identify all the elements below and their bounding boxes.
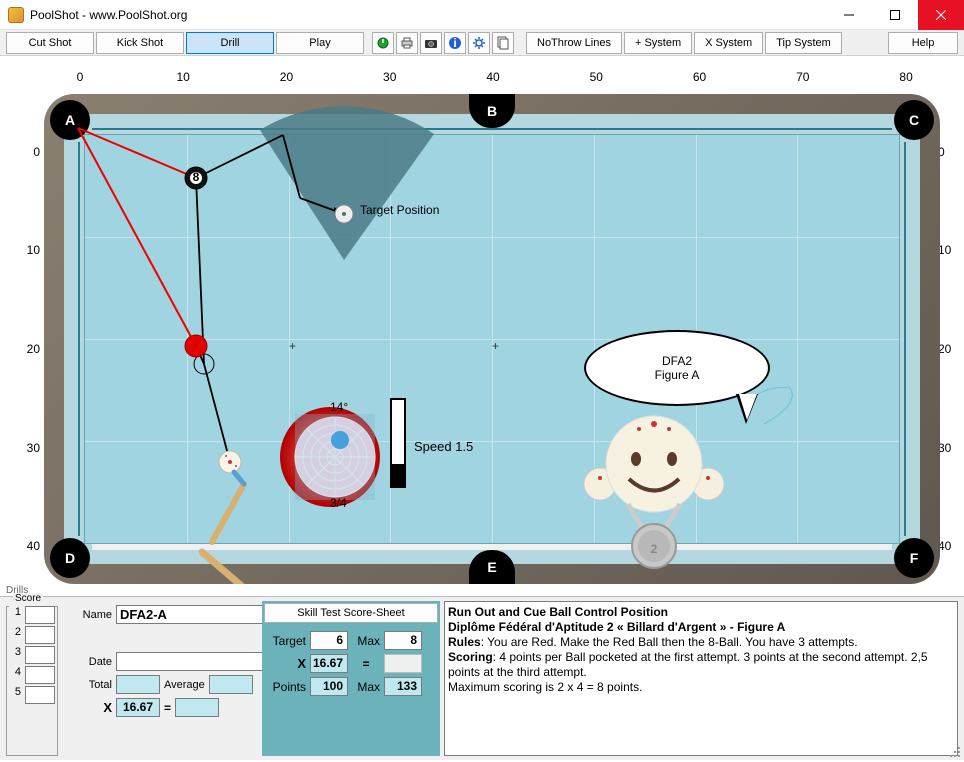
skill-x-label: X (266, 656, 306, 671)
maximize-button[interactable] (872, 0, 918, 30)
english-target-disc[interactable]: 14° 3/4 (280, 402, 390, 512)
skill-target-label: Target (266, 634, 306, 648)
date-input[interactable] (116, 652, 279, 671)
plus-system-button[interactable]: + System (624, 32, 692, 54)
score-1-input[interactable] (25, 606, 55, 624)
score-5-input[interactable] (25, 686, 55, 704)
desc-rules: : You are Red. Make the Red Ball then th… (481, 635, 858, 649)
pool-table[interactable]: A B C D E F 8 (44, 94, 940, 584)
ruler-left: 0 10 20 30 40 (22, 114, 40, 584)
drill-button[interactable]: Drill (186, 32, 274, 54)
svg-text:i: i (453, 36, 456, 50)
score-2-input[interactable] (25, 626, 55, 644)
pocket-f: F (894, 538, 934, 578)
ruler-right: 0 10 20 30 40 (938, 114, 956, 584)
window-controls (826, 0, 964, 29)
desc-title: Run Out and Cue Ball Control Position (448, 605, 668, 619)
skill-target-max: 8 (384, 631, 422, 650)
pocket-a: A (50, 100, 90, 140)
skill-points-value: 100 (310, 677, 348, 696)
play-button[interactable]: Play (276, 32, 364, 54)
cut-shot-button[interactable]: Cut Shot (6, 32, 94, 54)
resize-grip-icon[interactable] (948, 745, 962, 759)
camera-icon[interactable] (420, 32, 442, 54)
main-toolbar: Cut Shot Kick Shot Drill Play i NoThrow … (0, 30, 964, 56)
average-label: Average (164, 679, 205, 691)
desc-scoring-b: Scoring (448, 650, 493, 664)
skill-x-result (384, 654, 422, 673)
minimize-button[interactable] (826, 0, 872, 30)
score-4-input[interactable] (25, 666, 55, 684)
x-value: 16.67 (116, 698, 160, 717)
score-3-input[interactable] (25, 646, 55, 664)
table-canvas-area: 0 10 20 30 40 50 60 70 80 0 10 20 30 40 … (0, 56, 964, 596)
score-panel: Score 1 2 3 4 5 (6, 601, 58, 756)
score-legend: Score (13, 593, 43, 604)
kick-shot-button[interactable]: Kick Shot (96, 32, 184, 54)
docs-icon[interactable] (492, 32, 514, 54)
desc-scoring: : 4 points per Ball pocketed at the firs… (448, 650, 928, 679)
name-label: Name (66, 609, 112, 621)
bottom-panel: Score 1 2 3 4 5 Name Date Clear Total Av… (0, 596, 964, 760)
power-icon[interactable] (372, 32, 394, 54)
help-button[interactable]: Help (888, 32, 958, 54)
title-bar: PoolShot - www.PoolShot.org (0, 0, 964, 30)
total-value (116, 675, 160, 694)
speed-label: Speed 1.5 (414, 439, 473, 454)
tip-system-button[interactable]: Tip System (765, 32, 842, 54)
no-throw-button[interactable]: NoThrow Lines (526, 32, 622, 54)
print-icon[interactable] (396, 32, 418, 54)
equals-label: = (164, 701, 171, 715)
skill-eq: = (352, 657, 380, 671)
total-label: Total (66, 679, 112, 691)
table-felt[interactable] (84, 134, 900, 544)
mascot-character: 2 (584, 394, 734, 577)
name-panel: Name Date Clear Total Average X 16.67 = (62, 601, 258, 756)
english-tip: 3/4 (330, 496, 347, 510)
skill-x-value: 16.67 (310, 654, 348, 673)
ruler-top: 0 10 20 30 40 50 60 70 80 (44, 70, 942, 88)
average-value (209, 675, 253, 694)
x-label: X (66, 700, 112, 715)
skill-test-panel: Skill Test Score-Sheet Target 6 Max 8 X … (262, 601, 440, 756)
date-label: Date (66, 656, 112, 668)
pocket-d: D (50, 538, 90, 578)
speed-indicator[interactable]: Speed 1.5 (390, 398, 406, 488)
skill-target-max-label: Max (352, 634, 380, 648)
skill-points-max-label: Max (352, 680, 380, 694)
medal-number: 2 (651, 542, 658, 556)
english-degrees: 14° (330, 400, 348, 414)
pocket-c: C (894, 100, 934, 140)
speech-bubble-tail (736, 394, 758, 424)
skill-points-label: Points (266, 680, 306, 694)
settings-icon[interactable] (468, 32, 490, 54)
description-panel[interactable]: Run Out and Cue Ball Control Position Di… (444, 601, 958, 756)
desc-subtitle: Diplôme Fédéral d'Aptitude 2 « Billard d… (448, 620, 785, 634)
skill-points-max: 133 (384, 677, 422, 696)
skill-target-value: 6 (310, 631, 348, 650)
skill-test-header-button[interactable]: Skill Test Score-Sheet (264, 603, 438, 623)
close-button[interactable] (918, 0, 964, 30)
window-title: PoolShot - www.PoolShot.org (30, 8, 826, 22)
x-system-button[interactable]: X System (694, 32, 763, 54)
x-result (175, 698, 219, 717)
app-icon (8, 7, 24, 23)
desc-max: Maximum scoring is 2 x 4 = 8 points. (448, 680, 642, 694)
desc-rules-b: Rules (448, 635, 481, 649)
pocket-e: E (469, 550, 515, 584)
info-icon[interactable]: i (444, 32, 466, 54)
